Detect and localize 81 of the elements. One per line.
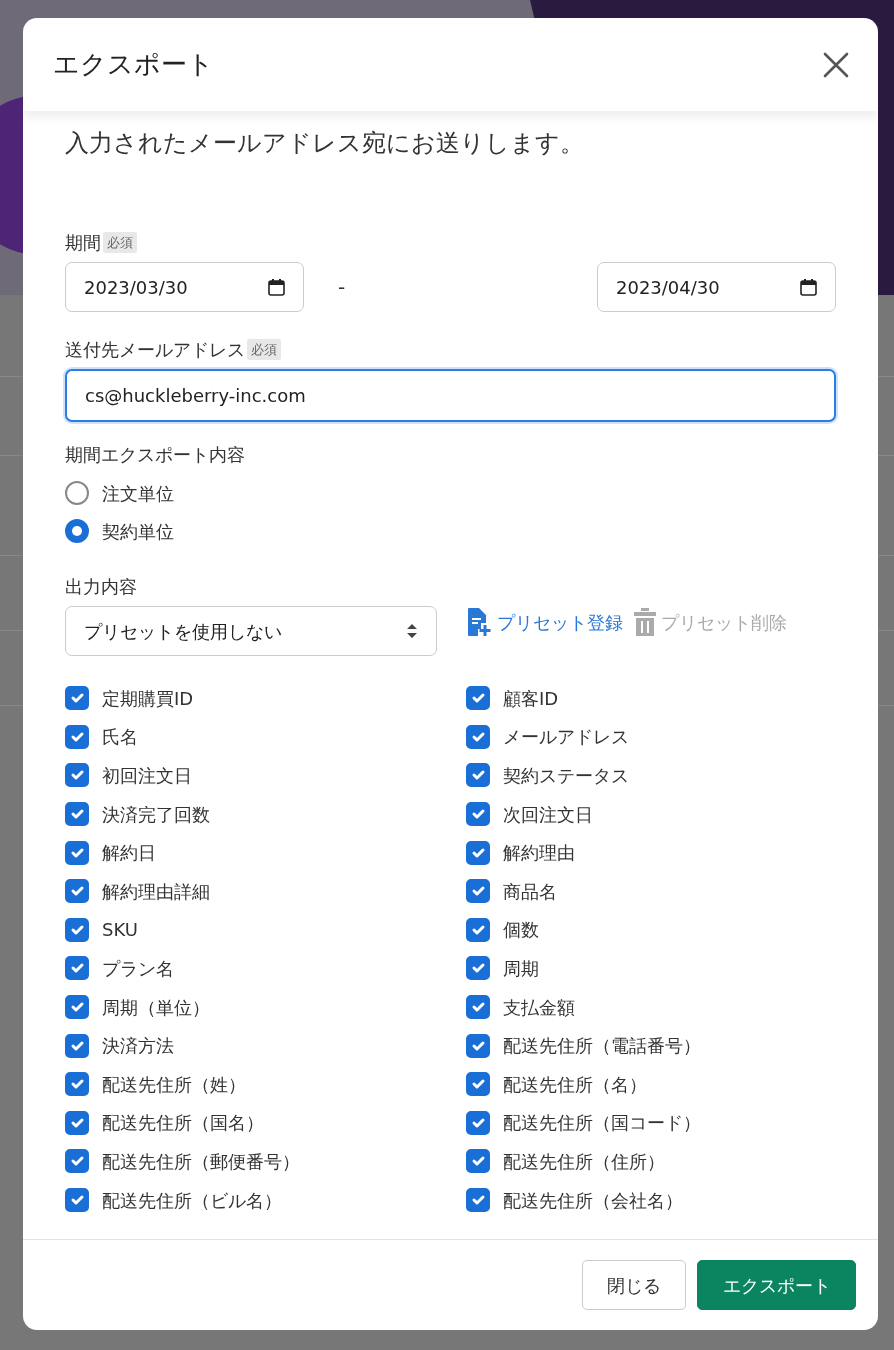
checkbox-label: メールアドレス (503, 725, 629, 750)
checkbox-label: 配送先住所（会社名） (503, 1188, 683, 1213)
checkbox-label: 決済方法 (102, 1034, 174, 1059)
dialog-title: エクスポート (53, 48, 214, 81)
checkbox[interactable] (466, 1033, 490, 1058)
date-field[interactable]: 2023/03/30 (65, 262, 304, 312)
checkbox[interactable] (466, 724, 490, 749)
checkbox-label: 解約日 (102, 841, 156, 866)
preset-select[interactable]: プリセットを使用しない (65, 606, 437, 656)
checkbox-label: 氏名 (102, 725, 138, 750)
checkbox-label: 顧客ID (503, 686, 559, 711)
instruction-text: 入力されたメールアドレス宛にお送りします。 (65, 128, 585, 159)
checkbox-label: 初回注文日 (102, 764, 192, 788)
checkbox-label: 契約ステータス (503, 764, 629, 788)
checkbox[interactable] (466, 763, 490, 788)
checkbox-label: 解約理由 (503, 841, 575, 866)
checkbox-label: 配送先住所（名） (503, 1072, 647, 1097)
field-label: 送付先メールアドレス (65, 338, 245, 362)
checkbox[interactable] (65, 1149, 89, 1174)
checkbox[interactable] (466, 802, 490, 827)
checkbox-label: 周期 (503, 956, 539, 981)
date-field[interactable]: 2023/04/30 (597, 262, 836, 312)
checkbox-label: 配送先住所（電話番号） (503, 1034, 701, 1059)
checkbox-label: 配送先住所（国名） (102, 1111, 264, 1136)
checkbox[interactable] (65, 879, 89, 904)
trash-icon (633, 608, 657, 636)
calendar-icon (268, 278, 285, 296)
checkbox-label: 配送先住所（姓） (102, 1072, 246, 1097)
email-field[interactable]: cs@huckleberry-inc.com (65, 369, 836, 422)
field-label: 期間エクスポート内容 (65, 443, 245, 467)
checkbox[interactable] (65, 1033, 89, 1058)
checkbox[interactable] (466, 840, 490, 865)
checkbox[interactable] (466, 956, 490, 981)
close-dialog-button[interactable]: 閉じる (582, 1260, 686, 1310)
checkbox[interactable] (466, 1149, 490, 1174)
checkbox[interactable] (65, 686, 89, 711)
radio-button[interactable] (65, 481, 89, 505)
radio-label: 注文単位 (102, 481, 174, 506)
checkbox[interactable] (466, 879, 490, 904)
field-label: 期間 (65, 231, 101, 255)
required-tag: 必須 (103, 231, 137, 254)
checkbox-label: 決済完了回数 (102, 802, 210, 827)
checkbox-label: SKU (102, 918, 138, 943)
checkbox[interactable] (65, 802, 89, 827)
checkbox[interactable] (466, 1110, 490, 1135)
file-plus-icon (467, 607, 493, 637)
checkbox[interactable] (65, 917, 89, 942)
checkbox-label: 配送先住所（ビル名） (102, 1188, 282, 1213)
checkbox-label: 支払金額 (503, 995, 575, 1020)
checkbox[interactable] (65, 1188, 89, 1212)
checkbox[interactable] (65, 763, 89, 788)
checkbox-label: 周期（単位） (102, 995, 210, 1020)
radio-label: 契約単位 (102, 519, 174, 544)
range-separator: - (338, 274, 346, 301)
required-tag: 必須 (247, 338, 281, 361)
checkbox-label: 個数 (503, 918, 539, 943)
checkbox[interactable] (466, 917, 490, 942)
checkbox[interactable] (65, 956, 89, 981)
checkbox[interactable] (466, 995, 490, 1020)
checkbox[interactable] (65, 840, 89, 865)
checkbox-label: 配送先住所（国コード） (503, 1111, 701, 1136)
checkbox-label: 次回注文日 (503, 802, 593, 827)
checkbox[interactable] (466, 1072, 490, 1097)
checkbox-label: 配送先住所（住所） (503, 1149, 665, 1174)
checkbox-label: 定期購買ID (102, 686, 194, 711)
checkbox-label: プラン名 (102, 956, 174, 981)
checkbox-label: 商品名 (503, 879, 557, 904)
radio-button[interactable] (65, 519, 89, 543)
checkbox[interactable] (65, 1110, 89, 1135)
checkbox[interactable] (65, 995, 89, 1020)
calendar-icon (800, 278, 817, 296)
checkbox-label: 配送先住所（郵便番号） (102, 1149, 300, 1174)
checkbox[interactable] (466, 1188, 490, 1212)
checkbox-label: 解約理由詳細 (102, 879, 210, 904)
checkbox[interactable] (466, 686, 490, 711)
register-preset-button[interactable]: プリセット登録 (467, 607, 623, 637)
updown-icon (406, 622, 418, 640)
checkbox[interactable] (65, 1072, 89, 1097)
field-label: 出力内容 (65, 575, 137, 599)
checkbox[interactable] (65, 724, 89, 749)
export-button[interactable]: エクスポート (697, 1260, 856, 1310)
